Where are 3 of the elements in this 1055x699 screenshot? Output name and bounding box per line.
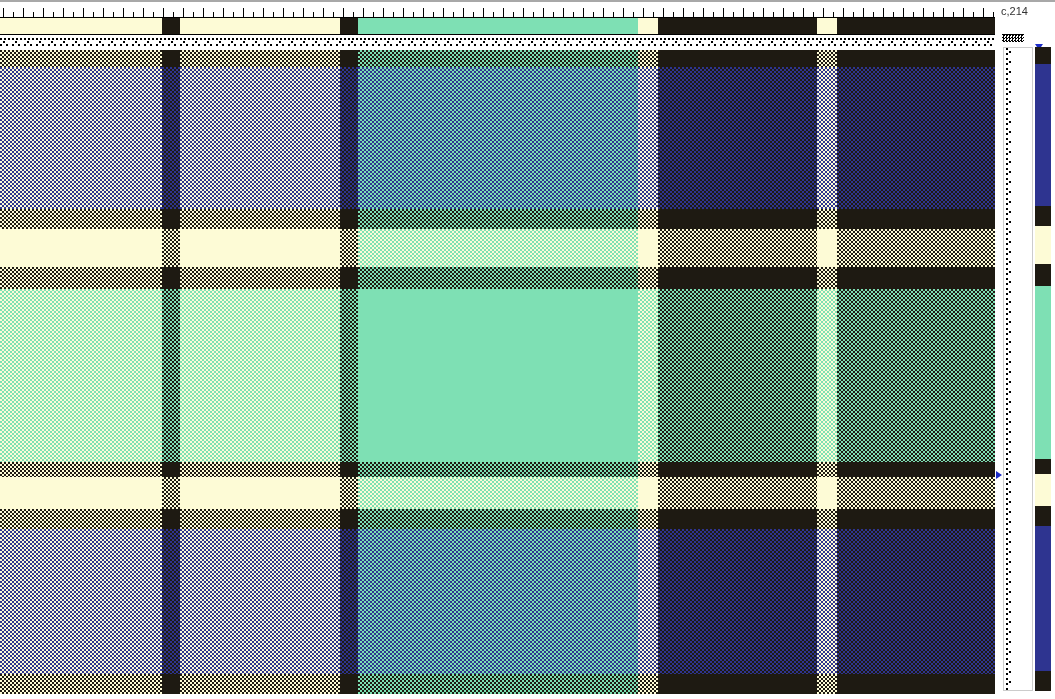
triangle-marker-icon — [996, 471, 1002, 479]
position-label: c,214 — [1000, 4, 1029, 19]
tie-up-strip — [1002, 34, 1024, 42]
